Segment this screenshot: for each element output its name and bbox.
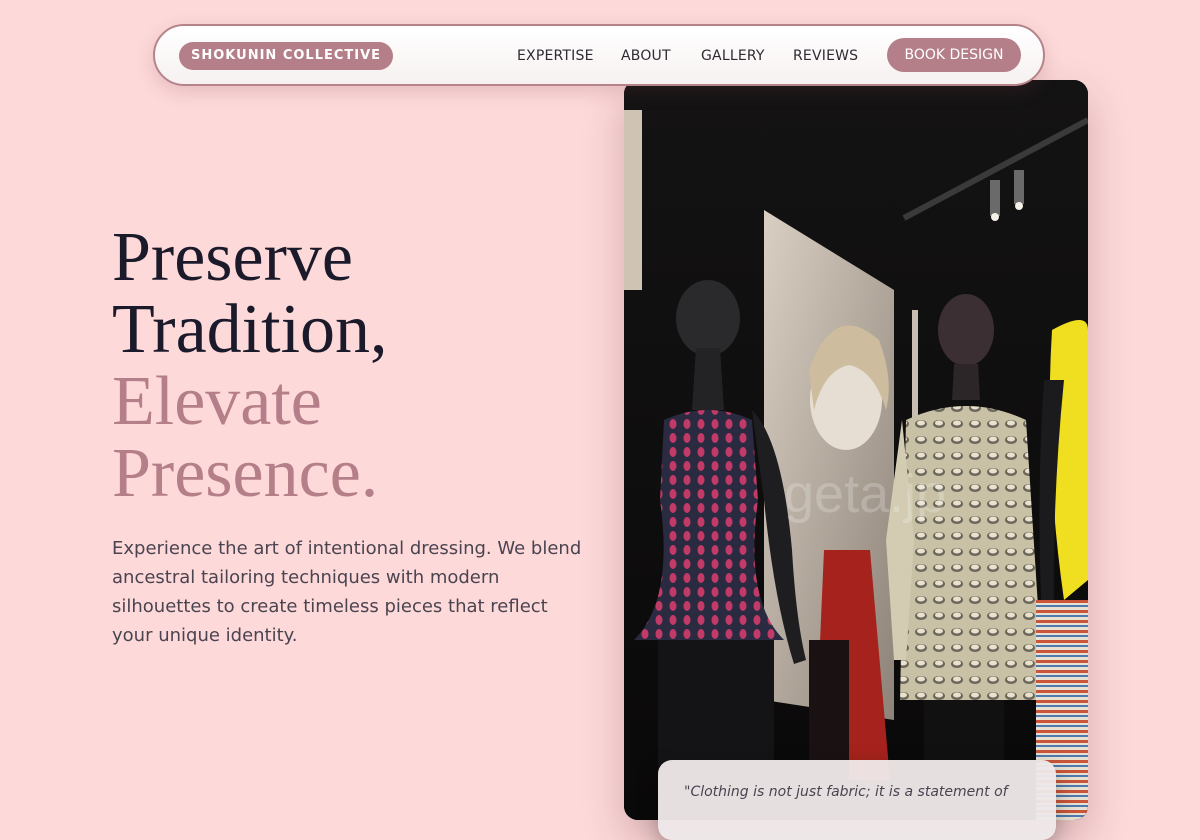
headline-accent-line-1: Elevate [112, 363, 322, 440]
photo-watermark: geta.jp [784, 464, 946, 524]
top-navigation: SHOKUNIN COLLECTIVE EXPERTISE ABOUT GALL… [153, 24, 1045, 86]
hero-description: Experience the art of intentional dressi… [112, 538, 582, 646]
brand-logo[interactable]: SHOKUNIN COLLECTIVE [179, 42, 394, 70]
nav-link-expertise[interactable]: EXPERTISE [517, 46, 594, 66]
exhibition-mannequins-illustration: geta.jp [624, 80, 1088, 820]
headline-line-2: Tradition, [112, 291, 388, 368]
testimonial-quote-card: "Clothing is not just fabric; it is a st… [658, 760, 1056, 840]
gallery-photo: geta.jp [624, 80, 1088, 820]
nav-link-gallery[interactable]: GALLERY [701, 46, 765, 66]
hero-headline: Preserve Tradition, Elevate Presence. [112, 222, 388, 510]
nav-link-reviews[interactable]: REVIEWS [793, 46, 858, 66]
headline-accent-line-2: Presence. [112, 435, 379, 512]
headline-line-1: Preserve [112, 219, 354, 296]
nav-link-about[interactable]: ABOUT [621, 46, 671, 66]
quote-text: "Clothing is not just fabric; it is a st… [684, 784, 1008, 800]
book-design-button[interactable]: BOOK DESIGN [887, 38, 1021, 72]
